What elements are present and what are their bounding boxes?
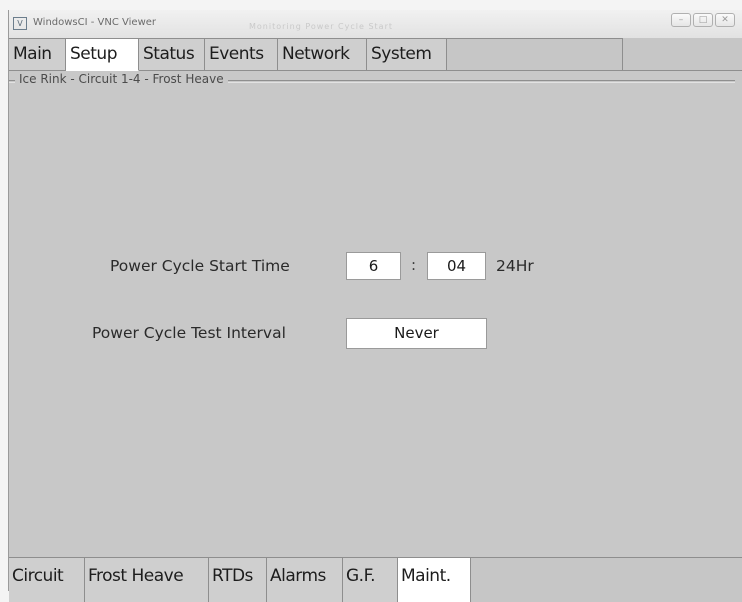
- close-icon[interactable]: ✕: [715, 13, 735, 27]
- tab-frost-heave[interactable]: Frost Heave: [85, 558, 209, 602]
- tab-alarms[interactable]: Alarms: [267, 558, 343, 602]
- maximize-icon[interactable]: □: [693, 13, 713, 27]
- tab-network[interactable]: Network: [278, 38, 367, 70]
- tab-status[interactable]: Status: [139, 38, 205, 70]
- vnc-window: V WindowsCI - VNC Viewer Monitoring Powe…: [8, 10, 742, 602]
- tab-circuit[interactable]: Circuit: [9, 558, 85, 602]
- window-title: WindowsCI - VNC Viewer: [33, 17, 157, 28]
- tab-main[interactable]: Main: [9, 38, 66, 70]
- start-time-minute-field[interactable]: 04: [427, 252, 486, 280]
- tab-system[interactable]: System: [367, 38, 447, 70]
- minimize-icon[interactable]: –: [671, 13, 691, 27]
- tab-events[interactable]: Events: [205, 38, 278, 70]
- start-time-hour-field[interactable]: 6: [346, 252, 401, 280]
- test-interval-field[interactable]: Never: [346, 318, 487, 349]
- window-faint-title: Monitoring Power Cycle Start: [249, 22, 394, 31]
- vnc-app-icon: V: [13, 17, 27, 30]
- tab-rtds[interactable]: RTDs: [209, 558, 267, 602]
- time-unit-label: 24Hr: [496, 257, 534, 275]
- bottom-tab-bar: Circuit Frost Heave RTDs Alarms G.F. Mai…: [9, 557, 742, 602]
- tab-gf[interactable]: G.F.: [343, 558, 398, 602]
- group-box-title: Ice Rink - Circuit 1-4 - Frost Heave: [15, 72, 228, 86]
- title-bar[interactable]: V WindowsCI - VNC Viewer Monitoring Powe…: [9, 10, 742, 39]
- tab-setup[interactable]: Setup: [66, 38, 139, 71]
- top-tab-bar: Main Setup Status Events Network System: [9, 38, 742, 71]
- time-separator: :: [411, 256, 417, 274]
- tab-bar-spacer: [447, 38, 623, 70]
- power-cycle-start-time-label: Power Cycle Start Time: [110, 257, 290, 275]
- tab-maint[interactable]: Maint.: [398, 558, 471, 602]
- power-cycle-test-interval-label: Power Cycle Test Interval: [92, 324, 286, 342]
